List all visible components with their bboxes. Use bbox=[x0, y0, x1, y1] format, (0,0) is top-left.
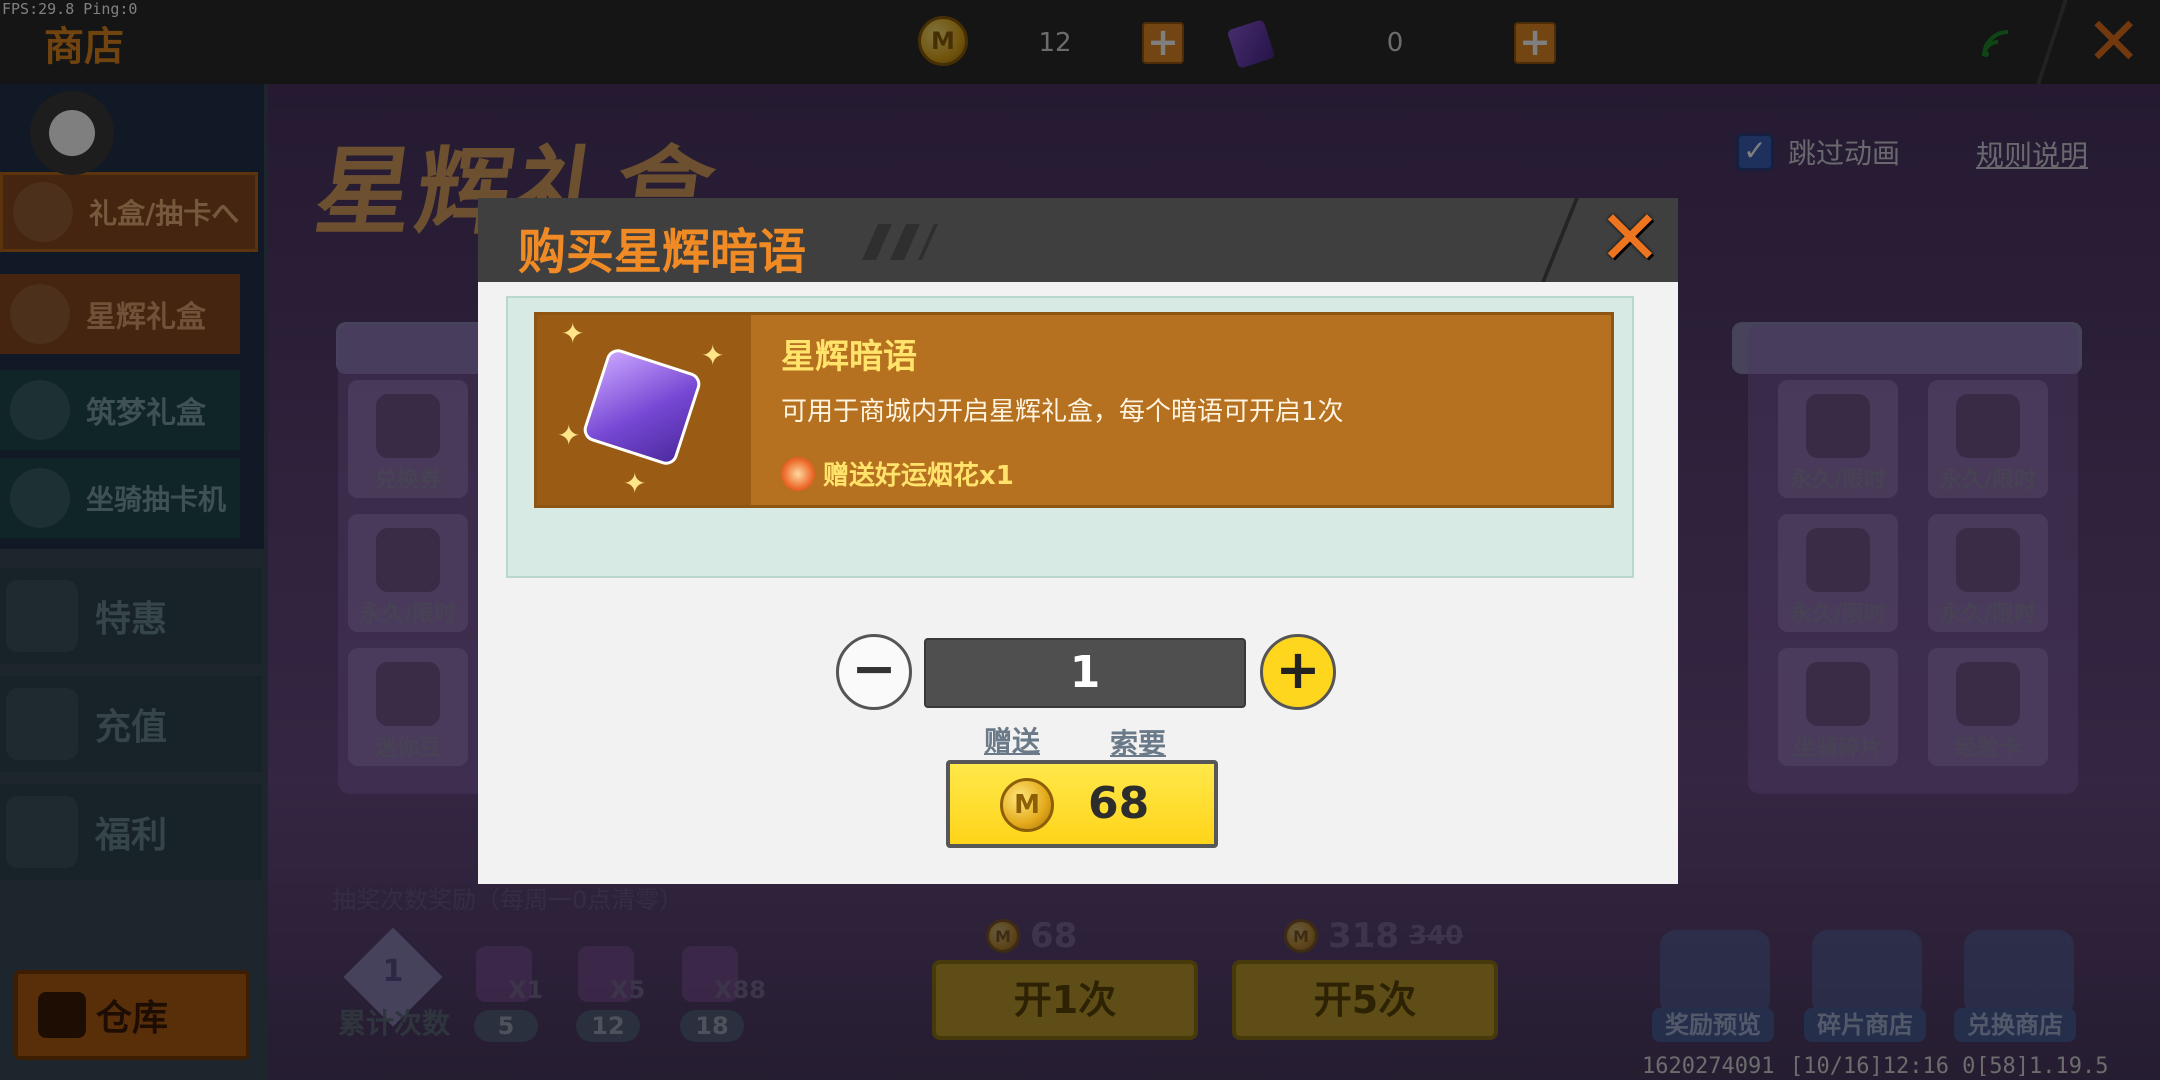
item-bonus-text: 赠送好运烟花x1 bbox=[823, 461, 1014, 491]
quantity-input[interactable]: 1 bbox=[924, 638, 1246, 708]
item-bonus: 赠送好运烟花x1 bbox=[781, 455, 1014, 492]
sparkle-icon: ✦ bbox=[561, 317, 585, 350]
decrease-quantity-button[interactable]: − bbox=[836, 634, 912, 710]
item-description: 可用于商城内开启星辉礼盒，每个暗语可开启1次 bbox=[781, 397, 1344, 427]
sparkle-icon: ✦ bbox=[701, 339, 725, 372]
coin-icon: M bbox=[1000, 778, 1054, 832]
buy-button[interactable]: M 68 bbox=[946, 760, 1218, 848]
purchase-dialog: 购买星辉暗语 ✕ ✦ ✦ ✦ ✦ 星辉暗语 可用于商城内开启星辉礼盒，每个暗语可… bbox=[478, 198, 1678, 884]
close-icon[interactable]: ✕ bbox=[1590, 198, 1670, 278]
star-whisper-card-icon bbox=[580, 346, 704, 468]
increase-quantity-button[interactable]: + bbox=[1260, 634, 1336, 710]
dialog-header: 购买星辉暗语 ✕ bbox=[478, 198, 1678, 282]
item-panel: ✦ ✦ ✦ ✦ 星辉暗语 可用于商城内开启星辉礼盒，每个暗语可开启1次 赠送好运… bbox=[506, 296, 1634, 578]
firework-icon bbox=[781, 456, 815, 491]
checker-decoration bbox=[861, 224, 939, 260]
dialog-body: ✦ ✦ ✦ ✦ 星辉暗语 可用于商城内开启星辉礼盒，每个暗语可开启1次 赠送好运… bbox=[478, 282, 1678, 884]
header-divider bbox=[1541, 198, 1579, 282]
item-image: ✦ ✦ ✦ ✦ bbox=[537, 315, 751, 505]
item-card: ✦ ✦ ✦ ✦ 星辉暗语 可用于商城内开启星辉礼盒，每个暗语可开启1次 赠送好运… bbox=[534, 312, 1614, 508]
gift-link[interactable]: 赠送 bbox=[984, 720, 1040, 760]
dialog-title: 购买星辉暗语 bbox=[518, 224, 807, 280]
sparkle-icon: ✦ bbox=[557, 419, 581, 452]
buy-price: 68 bbox=[1088, 778, 1150, 829]
quantity-stepper: − 1 + bbox=[836, 632, 1356, 712]
sparkle-icon: ✦ bbox=[623, 467, 647, 500]
request-link[interactable]: 索要 bbox=[1110, 722, 1166, 762]
item-name: 星辉暗语 bbox=[781, 337, 917, 377]
